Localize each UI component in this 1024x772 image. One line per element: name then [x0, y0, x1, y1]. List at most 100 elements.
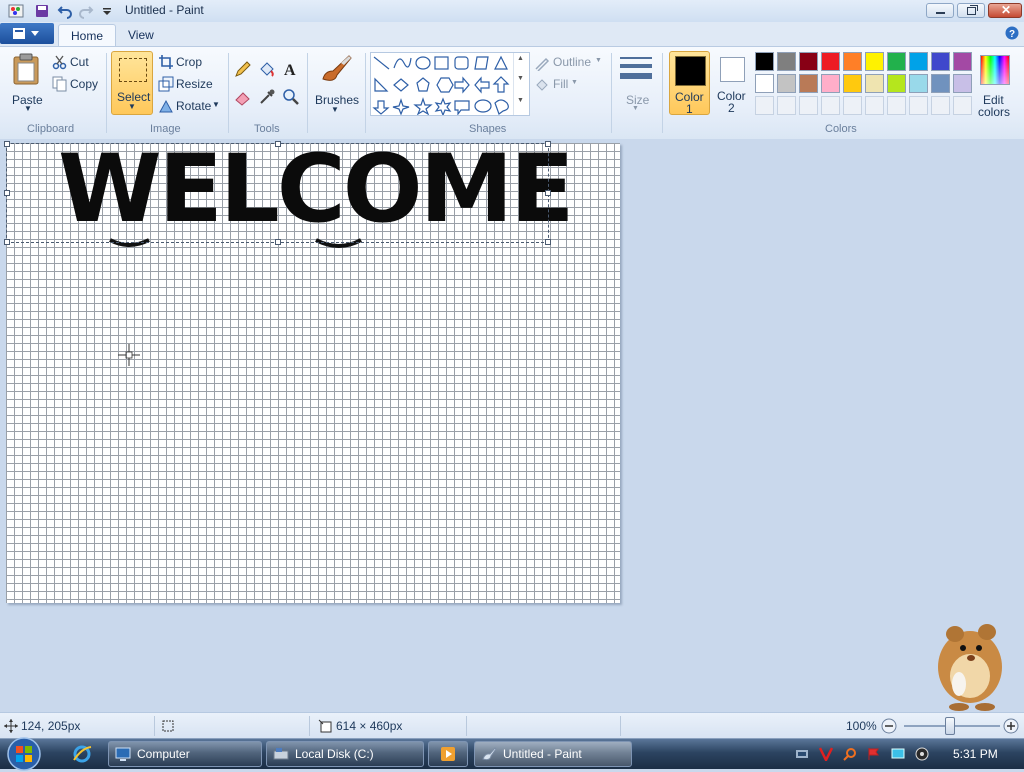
selection-handle[interactable]	[4, 239, 10, 245]
taskbar-item-media[interactable]	[428, 741, 468, 767]
palette-swatch[interactable]	[909, 52, 928, 71]
cut-button[interactable]: Cut	[70, 55, 89, 69]
palette-swatch[interactable]	[931, 74, 950, 93]
zoom-out-button[interactable]	[881, 718, 897, 734]
paint-app-icon[interactable]	[8, 3, 24, 19]
palette-swatch[interactable]	[755, 74, 774, 93]
outline-icon[interactable]	[534, 55, 550, 71]
custom-color-slot[interactable]	[887, 96, 906, 115]
start-button[interactable]	[6, 736, 42, 772]
scroll-up-icon[interactable]: ▲	[517, 55, 524, 62]
custom-color-slot[interactable]	[821, 96, 840, 115]
save-icon[interactable]	[34, 3, 50, 19]
internet-explorer-icon[interactable]	[72, 744, 92, 764]
tray-antivirus-icon[interactable]	[819, 747, 833, 761]
palette-swatch[interactable]	[843, 52, 862, 71]
selection-handle[interactable]	[545, 141, 551, 147]
resize-icon[interactable]	[158, 76, 174, 92]
copy-button[interactable]: Copy	[70, 77, 98, 91]
brushes-button[interactable]: Brushes ▼	[313, 51, 359, 117]
palette-swatch[interactable]	[777, 74, 796, 93]
tray-network-icon[interactable]	[795, 747, 809, 761]
gallery-expand-icon[interactable]: ▼	[517, 97, 524, 104]
selection-handle[interactable]	[275, 239, 281, 245]
palette-swatch[interactable]	[821, 74, 840, 93]
crop-button[interactable]: Crop	[176, 55, 202, 69]
taskbar-item-local-disk[interactable]: Local Disk (C:)	[266, 741, 424, 767]
outline-button[interactable]: Outline	[553, 55, 591, 69]
tab-view[interactable]: View	[116, 24, 166, 46]
crop-icon[interactable]	[158, 54, 174, 70]
taskbar-item-computer[interactable]: Computer	[108, 741, 262, 767]
palette-swatch[interactable]	[843, 74, 862, 93]
tab-home[interactable]: Home	[58, 24, 117, 47]
redo-icon[interactable]	[78, 3, 94, 19]
tray-search-icon[interactable]	[843, 747, 857, 761]
zoom-slider-thumb[interactable]	[945, 717, 955, 735]
tray-volume-icon[interactable]	[915, 747, 929, 761]
text-tool-icon[interactable]: A	[282, 60, 300, 78]
color1-button[interactable]: Color 1	[669, 51, 710, 116]
four-point-star-shape-icon	[392, 98, 410, 116]
eraser-icon[interactable]	[234, 88, 252, 106]
palette-swatch[interactable]	[865, 74, 884, 93]
palette-swatch[interactable]	[755, 52, 774, 71]
restore-button[interactable]	[957, 3, 985, 18]
palette-swatch[interactable]	[953, 74, 972, 93]
custom-color-slot[interactable]	[777, 96, 796, 115]
shapes-scroll[interactable]: ▲ ▼ ▼	[513, 53, 528, 115]
custom-color-slot[interactable]	[799, 96, 818, 115]
select-button[interactable]: Select ▼	[111, 51, 153, 115]
zoom-in-button[interactable]	[1003, 718, 1019, 734]
copy-icon[interactable]	[52, 76, 68, 92]
fill-icon[interactable]	[534, 77, 550, 93]
palette-swatch[interactable]	[887, 52, 906, 71]
custom-color-slot[interactable]	[865, 96, 884, 115]
rotate-icon[interactable]	[158, 98, 174, 114]
palette-swatch[interactable]	[931, 52, 950, 71]
paste-button[interactable]: Paste ▼	[8, 51, 46, 117]
help-icon[interactable]: ?	[1005, 26, 1019, 40]
selection-handle[interactable]	[545, 239, 551, 245]
custom-color-slot[interactable]	[909, 96, 928, 115]
cut-icon[interactable]	[52, 54, 68, 70]
selection-rectangle[interactable]	[4, 141, 551, 245]
custom-color-slot[interactable]	[755, 96, 774, 115]
custom-color-slot[interactable]	[953, 96, 972, 115]
tray-flag-icon[interactable]	[867, 747, 881, 761]
color2-button[interactable]: Color 2	[713, 51, 751, 115]
palette-swatch[interactable]	[909, 74, 928, 93]
fill-button[interactable]: Fill	[553, 77, 568, 91]
selection-handle[interactable]	[545, 190, 551, 196]
palette-swatch[interactable]	[887, 74, 906, 93]
rotate-button[interactable]: Rotate	[176, 99, 211, 113]
magnifier-icon[interactable]	[282, 88, 300, 106]
resize-button[interactable]: Resize	[176, 77, 213, 91]
selection-handle[interactable]	[275, 141, 281, 147]
custom-color-slot[interactable]	[931, 96, 950, 115]
undo-icon[interactable]	[57, 3, 73, 19]
close-button[interactable]: ✕	[988, 3, 1022, 18]
color-picker-icon[interactable]	[258, 88, 276, 106]
selection-handle[interactable]	[4, 141, 10, 147]
fill-bucket-icon[interactable]	[258, 60, 276, 78]
size-button[interactable]: Size ▼	[617, 51, 655, 117]
selection-handle[interactable]	[4, 190, 10, 196]
taskbar-clock[interactable]: 5:31 PM	[953, 747, 998, 761]
status-divider	[309, 716, 310, 736]
palette-swatch[interactable]	[953, 52, 972, 71]
palette-swatch[interactable]	[821, 52, 840, 71]
scroll-down-icon[interactable]: ▼	[517, 75, 524, 82]
customize-qat-icon[interactable]	[99, 3, 115, 19]
palette-swatch[interactable]	[777, 52, 796, 71]
palette-swatch[interactable]	[799, 52, 818, 71]
palette-swatch[interactable]	[799, 74, 818, 93]
tray-display-icon[interactable]	[891, 747, 905, 761]
paint-menu-button[interactable]	[0, 23, 54, 44]
custom-color-slot[interactable]	[843, 96, 862, 115]
minimize-button[interactable]	[926, 3, 954, 18]
taskbar-item-paint[interactable]: Untitled - Paint	[474, 741, 632, 767]
edit-colors-button[interactable]: Edit colors	[976, 51, 1014, 119]
pencil-icon[interactable]	[234, 60, 252, 78]
palette-swatch[interactable]	[865, 52, 884, 71]
